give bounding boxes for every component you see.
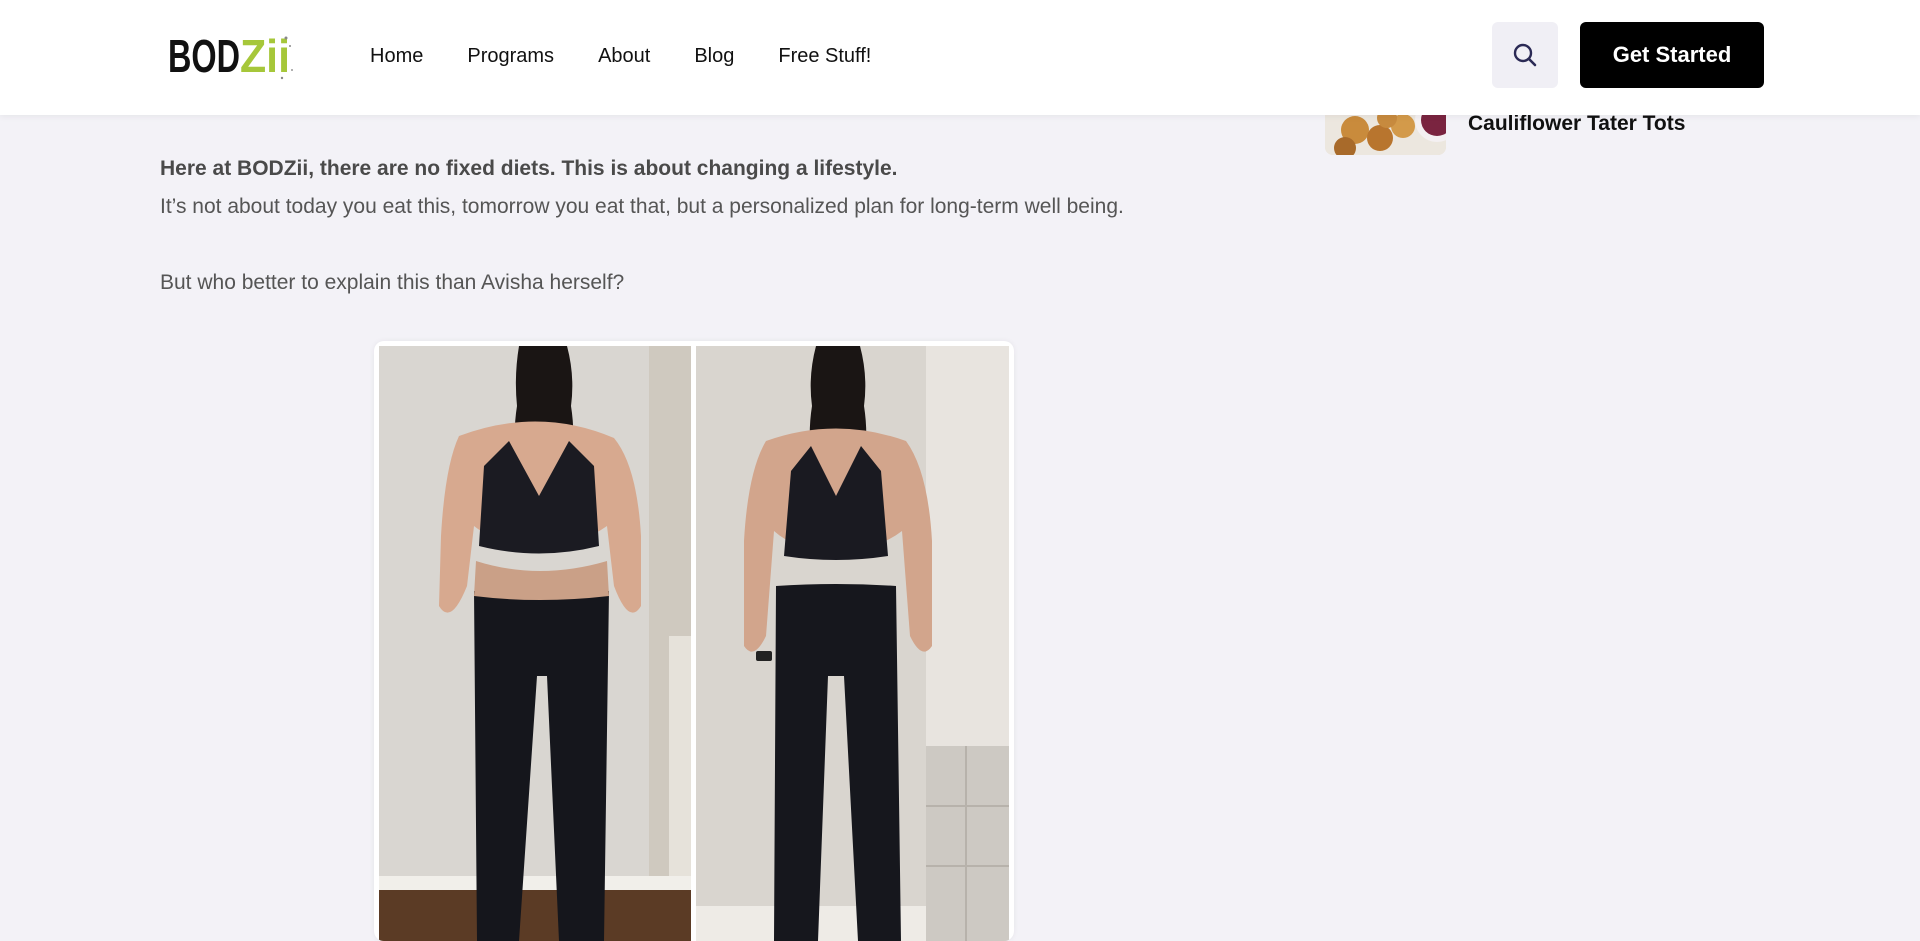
intro-text: It’s not about today you eat this, tomor… [160,195,1124,218]
after-photo [696,346,1009,941]
site-header: BOD Zii Home Programs About Blog Free St… [0,0,1920,115]
search-button[interactable] [1492,22,1558,88]
nav-blog[interactable]: Blog [694,45,734,68]
nav-about[interactable]: About [598,45,650,68]
svg-text:Zii: Zii [240,30,290,82]
nav-programs[interactable]: Programs [467,45,554,68]
intro-bold-text: Here at BODZii, there are no fixed diets… [160,157,898,180]
before-photo [379,346,691,941]
recipe-title[interactable]: Cauliflower Tater Tots [1468,112,1685,136]
nav-home[interactable]: Home [370,45,423,68]
get-started-button[interactable]: Get Started [1580,22,1764,88]
question-text: But who better to explain this than Avis… [160,271,625,294]
nav-free-stuff[interactable]: Free Stuff! [778,45,871,68]
svg-text:BOD: BOD [168,30,240,82]
search-icon [1513,43,1537,67]
article-body: Here at BODZii, there are no fixed diets… [160,150,1310,302]
main-nav: Home Programs About Blog Free Stuff! [370,0,915,112]
before-after-photo [374,341,1014,941]
bodzii-logo[interactable]: BOD Zii [166,26,296,86]
